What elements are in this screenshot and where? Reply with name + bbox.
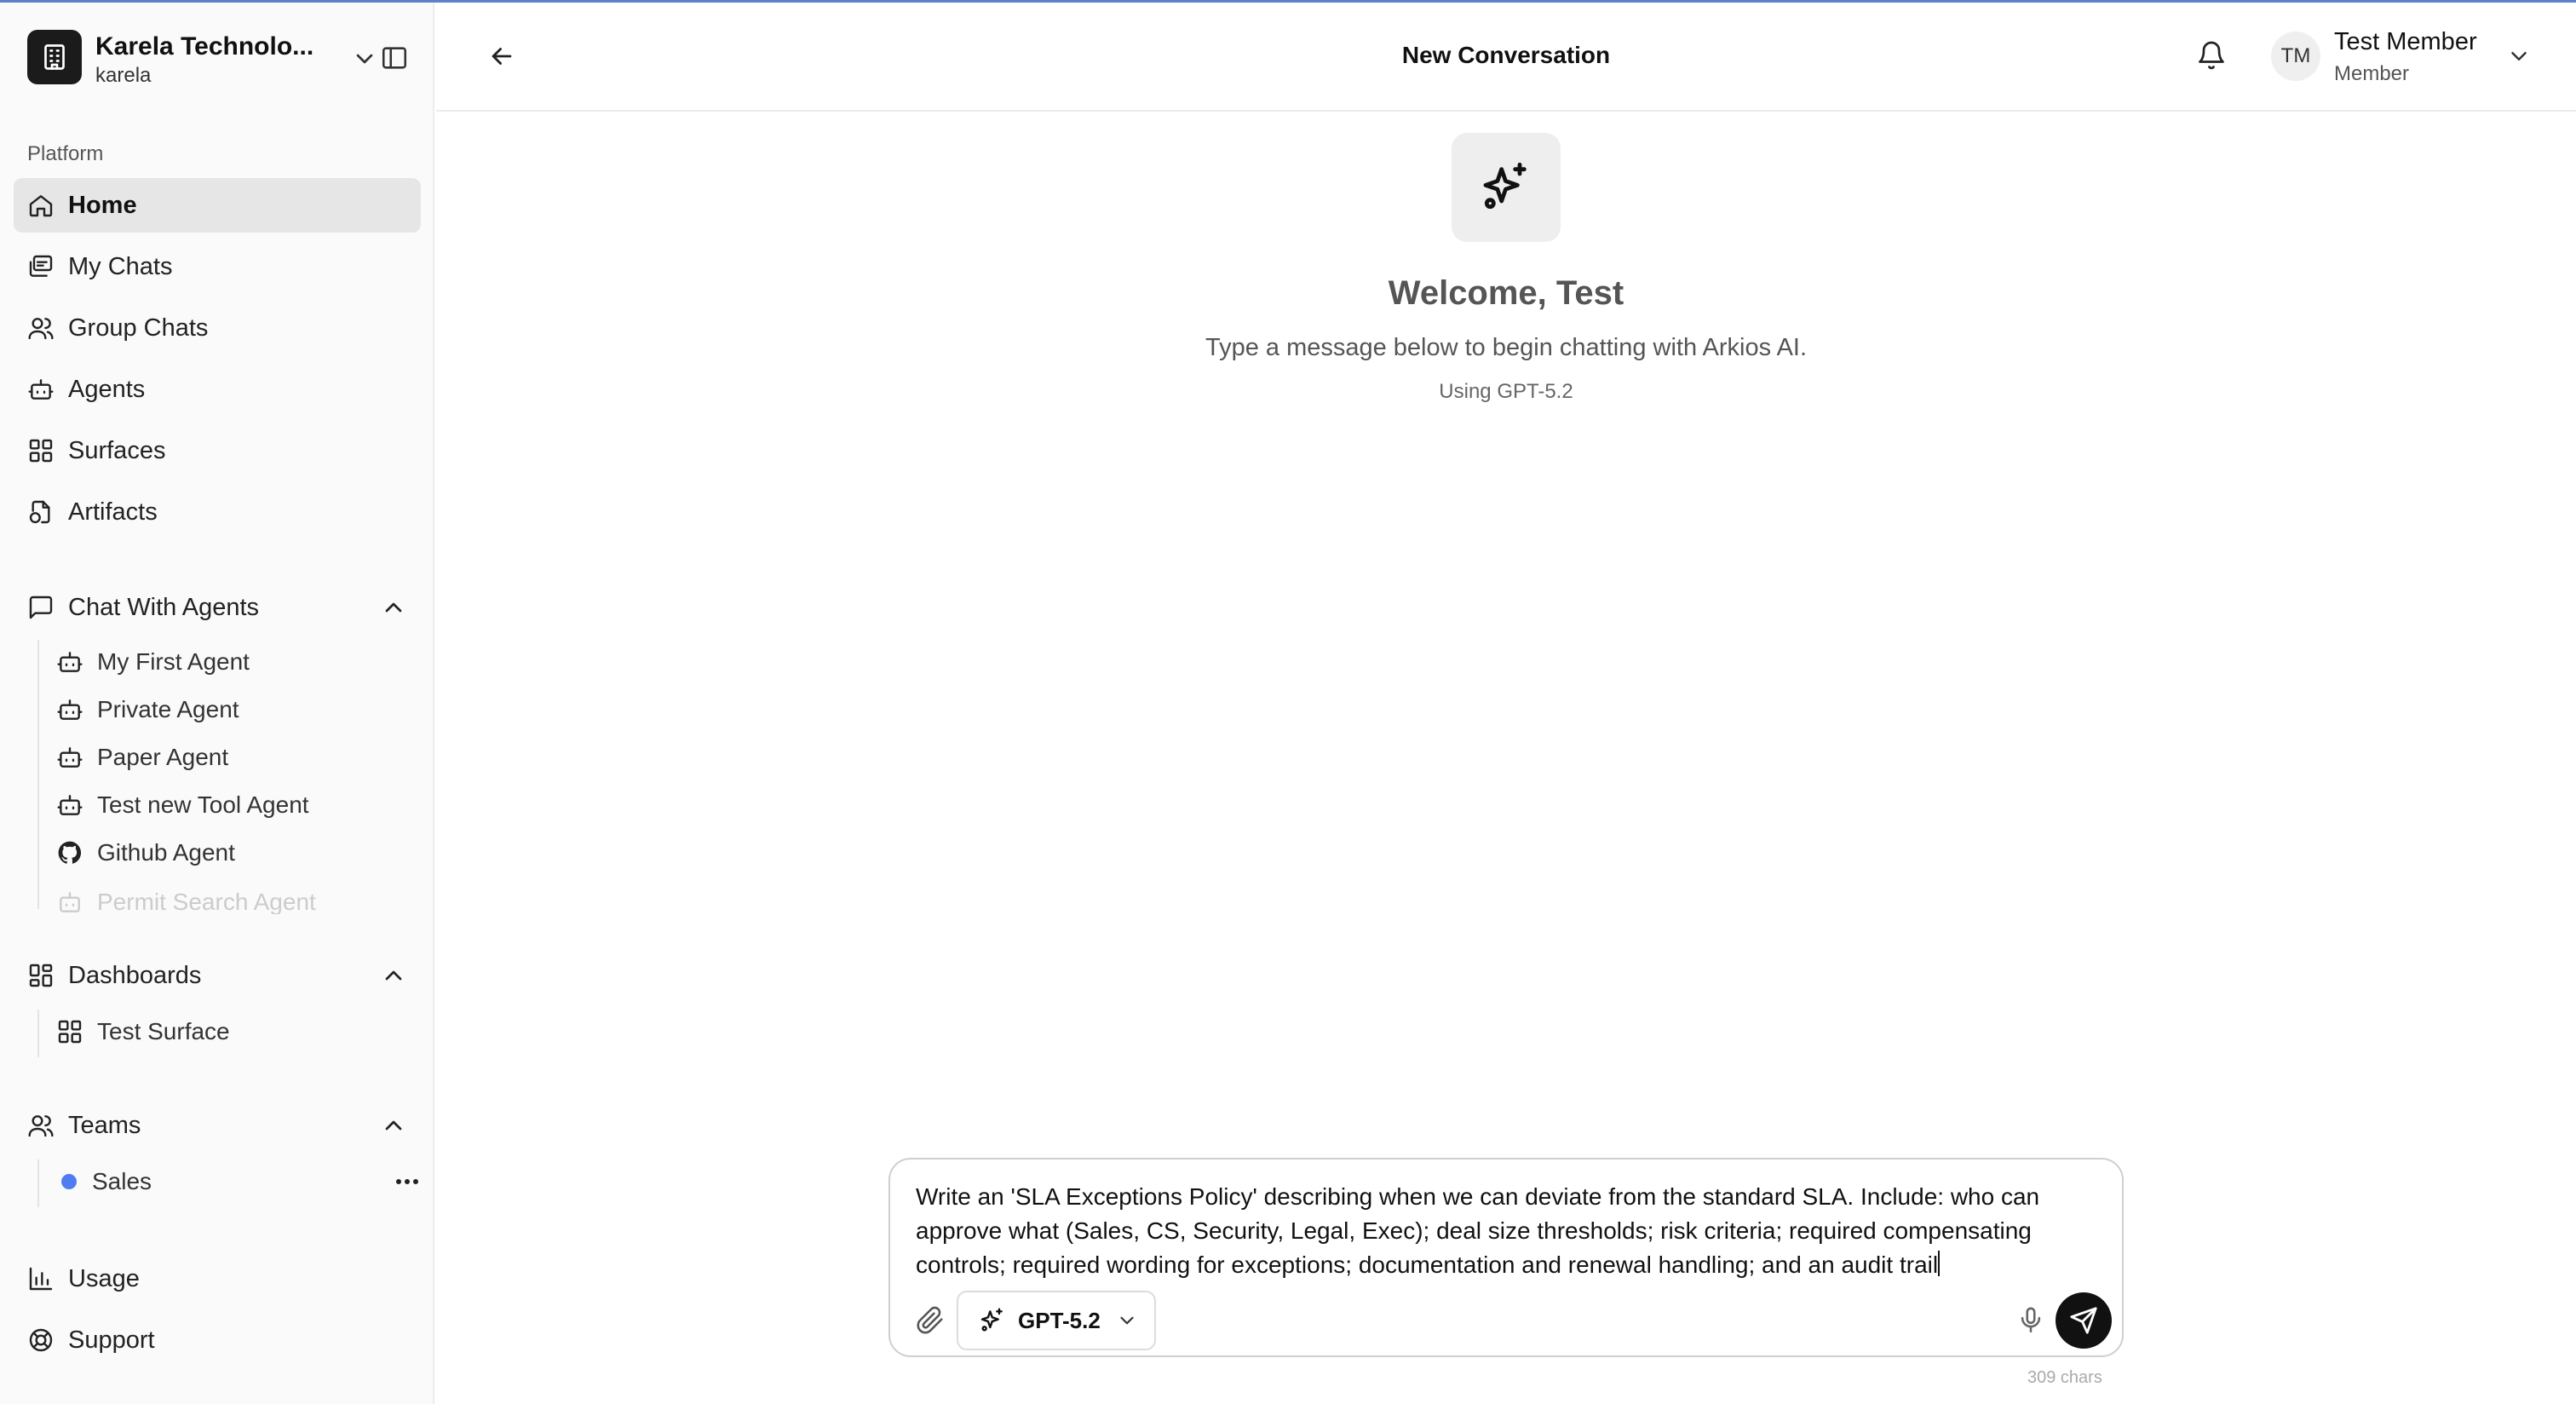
team-color-dot — [61, 1174, 77, 1189]
user-role: Member — [2334, 62, 2410, 85]
bot-icon — [57, 795, 83, 815]
sparkles-icon — [1452, 133, 1561, 242]
agent-item[interactable]: My First Agent — [56, 640, 414, 684]
grid-icon — [58, 1020, 82, 1044]
nav-agents[interactable]: Agents — [14, 362, 421, 417]
agent-label: Permit Search Agent — [97, 889, 316, 914]
nav-usage[interactable]: Usage — [14, 1252, 421, 1306]
model-selector[interactable]: GPT-5.2 — [957, 1291, 1156, 1350]
message-square-icon — [29, 596, 53, 619]
agent-label: Paper Agent — [97, 744, 229, 770]
chevron-up-icon[interactable] — [380, 962, 407, 989]
sidebar: Karela Technolo... karela Platform Home … — [0, 3, 434, 1404]
team-label: Sales — [92, 1168, 152, 1194]
nav-label: My Chats — [68, 252, 173, 280]
nav-surfaces[interactable]: Surfaces — [14, 423, 421, 478]
bot-icon — [28, 379, 54, 400]
group-chat-with-agents[interactable]: Chat With Agents — [14, 584, 421, 631]
user-name[interactable]: Test Member — [2334, 28, 2477, 56]
dashboards-list: Test Surface — [37, 1010, 230, 1057]
teams-list: Sales — [37, 1159, 418, 1207]
home-icon — [29, 195, 53, 217]
nav-group-chats[interactable]: Group Chats — [14, 301, 421, 355]
bot-icon — [57, 652, 83, 672]
bot-icon — [60, 892, 80, 912]
nav-label: Agents — [68, 375, 146, 403]
top-header: New Conversation TM Test Member Member — [436, 3, 2576, 112]
dashboard-label: Test Surface — [97, 1018, 230, 1044]
dashboard-item[interactable]: Test Surface — [56, 1010, 414, 1054]
agent-label: My First Agent — [97, 648, 250, 675]
bar-chart-icon — [29, 1267, 53, 1291]
chevron-up-icon[interactable] — [380, 594, 407, 621]
group-label: Teams — [68, 1111, 141, 1139]
message-text: Write an 'SLA Exceptions Policy' describ… — [916, 1183, 2040, 1278]
char-count: 309 chars — [2027, 1368, 2102, 1387]
send-icon — [2070, 1307, 2097, 1334]
send-button[interactable] — [2056, 1292, 2112, 1349]
agent-label: Test new Tool Agent — [97, 791, 309, 818]
agent-item[interactable]: Paper Agent — [56, 735, 414, 780]
sparkles-icon — [980, 1308, 1003, 1332]
model-label: GPT-5.2 — [1018, 1307, 1101, 1333]
message-composer[interactable]: Write an 'SLA Exceptions Policy' describ… — [888, 1158, 2124, 1357]
chevron-down-icon — [1120, 1316, 1134, 1325]
lifebuoy-icon — [29, 1328, 53, 1352]
nav-label: Home — [68, 191, 137, 219]
workspace-name: Karela Technolo... — [95, 32, 314, 60]
file-icon — [29, 500, 50, 524]
nav-home[interactable]: Home — [14, 178, 421, 233]
agent-item[interactable]: Test new Tool Agent — [56, 783, 414, 827]
microphone-icon[interactable] — [2016, 1306, 2045, 1335]
nav-label: Usage — [68, 1264, 140, 1292]
text-cursor — [1938, 1251, 1941, 1276]
paperclip-icon[interactable] — [916, 1306, 945, 1335]
nav-label: Surfaces — [68, 436, 166, 464]
welcome-title: Welcome, Test — [1388, 274, 1624, 312]
users-icon — [28, 1115, 54, 1137]
section-label-platform: Platform — [27, 142, 104, 165]
nav-support[interactable]: Support — [14, 1313, 421, 1367]
workspace-switcher[interactable]: Karela Technolo... karela — [27, 30, 409, 87]
bot-icon — [57, 699, 83, 720]
agent-item[interactable]: Github Agent — [56, 831, 414, 875]
chats-icon — [29, 255, 53, 277]
agent-item[interactable]: Private Agent — [56, 688, 414, 732]
bell-icon[interactable] — [2196, 40, 2227, 71]
agent-item[interactable]: Permit Search Agent — [56, 889, 414, 914]
avatar[interactable]: TM — [2271, 32, 2320, 81]
bot-icon — [57, 747, 83, 768]
nav-label: Group Chats — [68, 314, 209, 342]
agents-list: My First Agent Private Agent Paper Agent… — [37, 640, 316, 914]
chevron-down-icon[interactable] — [351, 45, 378, 72]
github-icon — [58, 841, 82, 864]
nav-label: Support — [68, 1326, 155, 1354]
agent-label: Github Agent — [97, 839, 235, 866]
agent-label: Private Agent — [97, 696, 239, 722]
team-item[interactable]: Sales — [56, 1159, 431, 1204]
message-input[interactable]: Write an 'SLA Exceptions Policy' describ… — [916, 1180, 2100, 1282]
sidebar-toggle-icon[interactable] — [380, 43, 409, 72]
more-horizontal-icon[interactable] — [394, 1175, 421, 1188]
nav-artifacts[interactable]: Artifacts — [14, 485, 421, 539]
group-teams[interactable]: Teams — [14, 1102, 421, 1149]
building-icon — [27, 30, 82, 84]
nav-label: Artifacts — [68, 498, 158, 526]
model-note: Using GPT-5.2 — [1439, 380, 1573, 403]
grid-icon — [29, 439, 53, 463]
group-label: Dashboards — [68, 961, 202, 989]
nav-my-chats[interactable]: My Chats — [14, 239, 421, 294]
group-label: Chat With Agents — [68, 593, 260, 621]
page-title: New Conversation — [1401, 42, 1611, 68]
group-dashboards[interactable]: Dashboards — [14, 952, 421, 999]
welcome-subtitle: Type a message below to begin chatting w… — [1205, 334, 1808, 361]
users-icon — [28, 318, 54, 340]
chevron-up-icon[interactable] — [380, 1112, 407, 1139]
workspace-slug: karela — [95, 64, 152, 87]
dashboard-icon — [29, 964, 53, 987]
chevron-down-icon[interactable] — [2506, 43, 2532, 69]
